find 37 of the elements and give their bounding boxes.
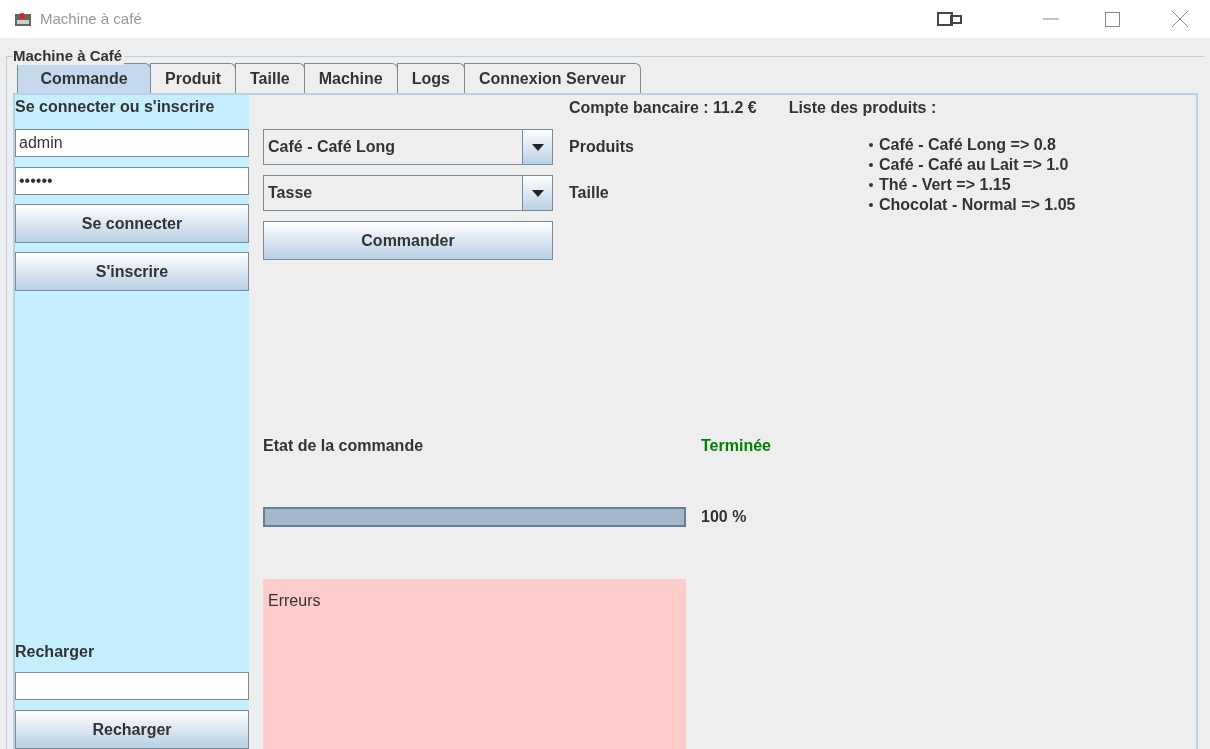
progress-reading: 100 % [701,507,747,527]
recharge-button[interactable]: Recharger [15,710,249,749]
recharge-heading: Recharger [15,642,96,662]
login-button[interactable]: Se connecter [15,204,249,243]
window-extra-icon[interactable] [937,12,963,26]
close-icon[interactable] [1172,11,1188,27]
errors-text: Erreurs [268,592,321,609]
product-item: Chocolat - Normal => 1.05 [879,195,1076,215]
order-button[interactable]: Commander [263,221,553,260]
products-list-heading: Liste des produits : [788,98,937,118]
product-dropdown[interactable]: Café - Café Long [263,129,553,165]
login-button[interactable]: S'inscrire [15,252,249,291]
caret-icon [531,143,544,151]
bullet-icon [869,163,873,167]
password-field[interactable]: •••••• [15,167,249,195]
caret-icon [531,189,544,197]
maximize-icon[interactable] [1105,11,1120,27]
size-dropdown[interactable]: Tasse [263,175,553,211]
product-item: Thé - Vert => 1.15 [879,175,1011,195]
tab[interactable]: Connexion Serveur [463,63,641,93]
group-title: Machine à Café [13,47,125,65]
order-status-label: Etat de la commande [263,436,425,456]
tab[interactable]: Commande [17,63,151,93]
product-item: Café - Café au Lait => 1.0 [879,155,1069,175]
bullet-icon [869,143,873,147]
login-heading: Se connecter ou s'inscrire [15,97,216,117]
window-title: Machine à café [40,8,142,29]
product-label: Produits [569,137,635,157]
order-status-value: Terminée [701,436,771,456]
recharge-field[interactable] [15,672,249,700]
app-icon [14,10,32,28]
product-item: Café - Café Long => 0.8 [879,135,1056,155]
bullet-icon [869,203,873,207]
size-label: Taille [569,183,610,203]
username-field[interactable]: admin [15,129,249,157]
bank-account-text: Compte bancaire : 11.2 € [569,98,757,118]
bullet-icon [869,183,873,187]
